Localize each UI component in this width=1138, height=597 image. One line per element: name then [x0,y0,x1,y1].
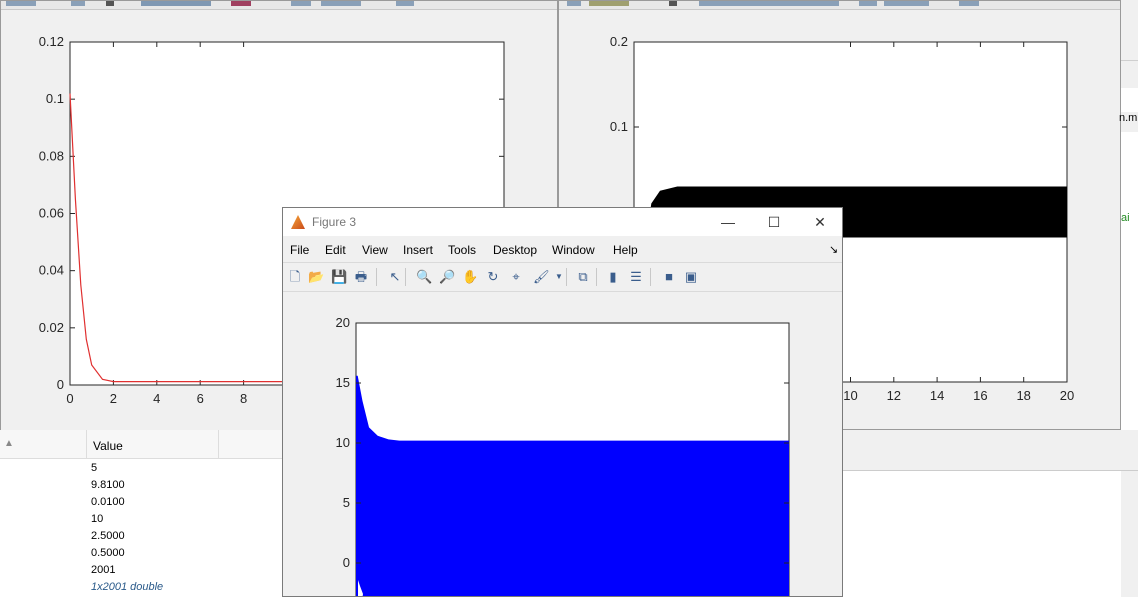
workspace-value[interactable]: 1x2001 double [91,581,163,593]
figure1-y-tick-label: 0.02 [39,320,64,335]
figure1-y-tick-label: 0.06 [39,206,64,221]
figure1-y-tick-label: 0 [57,377,64,392]
workspace-panel: ▲ Value 5 9.8100 0.0100 10 2.5000 0.5000 2001 1… [0,430,282,597]
figure2-y-tick-label: 0.1 [610,119,628,134]
figure1-x-tick-label: 0 [66,391,73,406]
figure1-y-tick-label: 0.08 [39,148,64,163]
background-lower-panel [842,430,1138,471]
figure2-x-tick-label: 12 [887,388,901,403]
workspace-value[interactable]: 0.5000 [91,547,125,559]
figure3-y-tick-label: 0 [343,555,350,570]
figure2-x-tick-label: 14 [930,388,944,403]
workspace-value[interactable]: 0.0100 [91,496,125,508]
figure2-x-tick-label: 20 [1060,388,1074,403]
figure2-y-tick-label: 0.2 [610,34,628,49]
workspace-header: ▲ Value [0,430,282,459]
workspace-value[interactable]: 10 [91,513,103,525]
figure1-y-tick-label: 0.1 [46,91,64,106]
editor-filename-fragment: n.m [1119,112,1138,124]
figure1-x-tick-label: 8 [240,391,247,406]
figure3-y-tick-label: 5 [343,495,350,510]
figure3-y-tick-label: 20 [336,315,350,330]
figure2-x-tick-label: 16 [973,388,987,403]
figure3-window: Figure 3 — ☐ ✕ File Edit View Insert Too… [282,207,843,597]
figure2-x-tick-label: 10 [843,388,857,403]
workspace-value[interactable]: 2.5000 [91,530,125,542]
figure3-y-tick-label: 10 [336,435,350,450]
workspace-value[interactable]: 5 [91,462,97,474]
figure2-x-tick-label: 18 [1016,388,1030,403]
value-column-header[interactable]: Value [93,439,123,453]
figure1-y-tick-label: 0.12 [39,34,64,49]
figure1-y-tick-label: 0.04 [39,263,64,278]
workspace-value[interactable]: 9.8100 [91,479,125,491]
figure1-x-tick-label: 4 [153,391,160,406]
figure3-y-tick-label: 15 [336,375,350,390]
sort-arrow-icon[interactable]: ▲ [4,438,14,449]
figure1-x-tick-label: 6 [197,391,204,406]
editor-comment-fragment: ai [1121,212,1130,224]
figure3-axes[interactable]: 20 15 10 5 0 [283,208,843,597]
workspace-value[interactable]: 2001 [91,564,115,576]
background-editor-edge: n.m ai [1119,0,1138,597]
figure1-x-tick-label: 2 [110,391,117,406]
